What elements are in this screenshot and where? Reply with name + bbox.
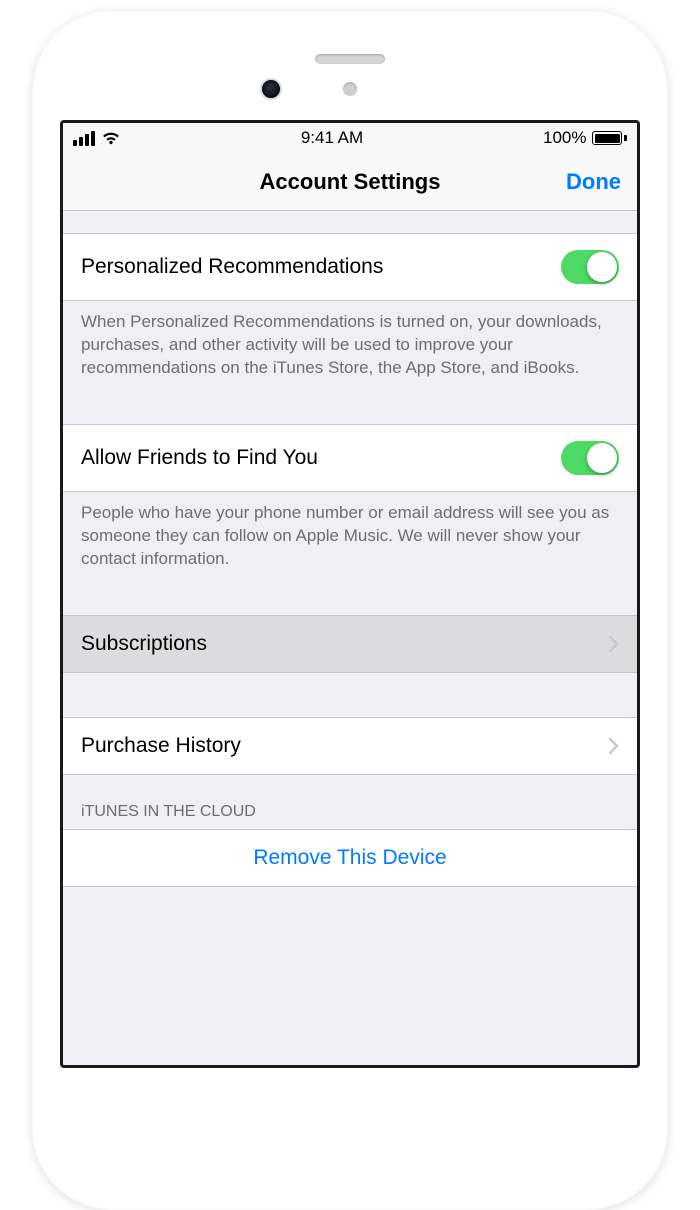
subscriptions-label: Subscriptions xyxy=(81,632,609,656)
device-speaker xyxy=(315,54,385,64)
chevron-right-icon xyxy=(609,738,619,754)
itunes-cloud-header: iTUNES IN THE CLOUD xyxy=(63,775,637,829)
cellular-signal-icon xyxy=(73,131,95,146)
personalized-recommendations-footer: When Personalized Recommendations is tur… xyxy=(63,301,637,380)
page-title: Account Settings xyxy=(260,169,441,195)
remove-device-label: Remove This Device xyxy=(253,846,446,870)
purchase-history-row[interactable]: Purchase History xyxy=(63,717,637,775)
personalized-recommendations-toggle[interactable] xyxy=(561,250,619,284)
status-bar: 9:41 AM 100% xyxy=(63,123,637,153)
device-front-camera xyxy=(262,80,280,98)
status-time: 9:41 AM xyxy=(301,128,363,148)
allow-friends-row: Allow Friends to Find You xyxy=(63,424,637,492)
navigation-bar: Account Settings Done xyxy=(63,153,637,211)
allow-friends-label: Allow Friends to Find You xyxy=(81,446,561,470)
remove-device-row[interactable]: Remove This Device xyxy=(63,829,637,887)
battery-icon xyxy=(592,131,627,145)
wifi-icon xyxy=(101,131,121,145)
chevron-right-icon xyxy=(609,636,619,652)
subscriptions-row[interactable]: Subscriptions xyxy=(63,615,637,673)
device-sensor xyxy=(343,82,357,96)
personalized-recommendations-row: Personalized Recommendations xyxy=(63,233,637,301)
allow-friends-footer: People who have your phone number or ema… xyxy=(63,492,637,571)
settings-list[interactable]: Personalized Recommendations When Person… xyxy=(63,211,637,1065)
purchase-history-label: Purchase History xyxy=(81,734,609,758)
allow-friends-toggle[interactable] xyxy=(561,441,619,475)
battery-percentage: 100% xyxy=(543,128,586,148)
screen: 9:41 AM 100% Account Settings Done Perso… xyxy=(60,120,640,1068)
device-frame: 9:41 AM 100% Account Settings Done Perso… xyxy=(32,10,668,1210)
done-button[interactable]: Done xyxy=(566,169,621,195)
personalized-recommendations-label: Personalized Recommendations xyxy=(81,255,561,279)
